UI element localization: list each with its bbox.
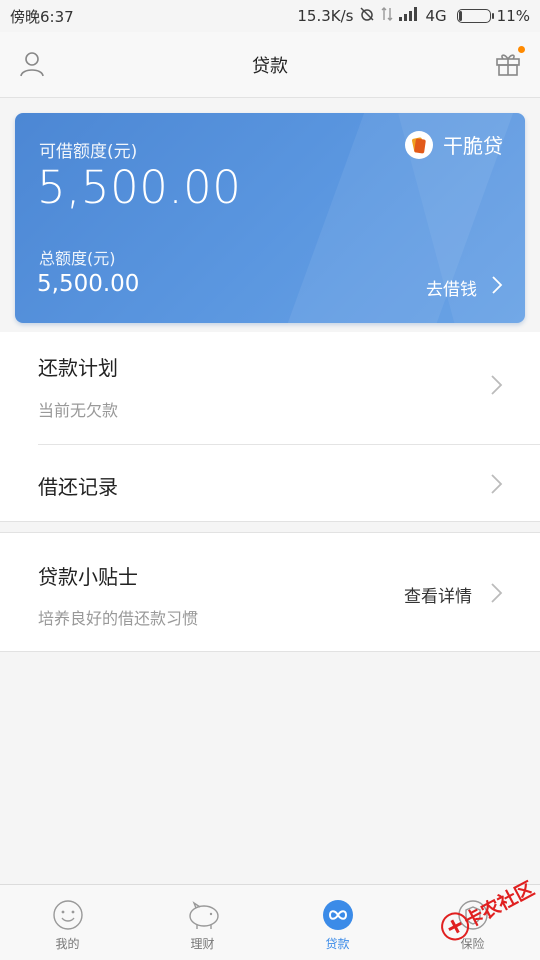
tab-loan[interactable]: 贷款 bbox=[270, 885, 405, 960]
gift-icon[interactable] bbox=[494, 49, 522, 77]
piggy-bank-icon bbox=[187, 899, 219, 931]
user-profile-icon[interactable] bbox=[18, 50, 46, 78]
notification-dot bbox=[518, 46, 525, 53]
network-type: 4G bbox=[425, 7, 447, 25]
tab-wealth[interactable]: 理财 bbox=[135, 885, 270, 960]
tab-label: 贷款 bbox=[325, 937, 350, 951]
borrow-repay-records-row[interactable]: 借还记录 bbox=[0, 445, 540, 522]
signal-icon bbox=[399, 7, 419, 25]
product-brand: 干脆贷 bbox=[405, 130, 503, 159]
borrow-label: 去借钱 bbox=[426, 280, 477, 300]
data-transfer-icon bbox=[381, 6, 393, 26]
network-speed: 15.3K/s bbox=[297, 7, 354, 25]
repayment-plan-row[interactable]: 还款计划 当前无欠款 bbox=[0, 332, 540, 444]
tips-title: 贷款小贴士 bbox=[38, 565, 138, 589]
smiley-icon bbox=[52, 899, 84, 931]
loan-actions-section: 还款计划 当前无欠款 借还记录 bbox=[0, 332, 540, 522]
battery-percent: 11% bbox=[496, 7, 530, 25]
view-details-link[interactable]: 查看详情 bbox=[404, 582, 472, 607]
loan-tips-section[interactable]: 贷款小贴士 培养良好的借还款习惯 查看详情 bbox=[0, 532, 540, 652]
chevron-right-icon bbox=[491, 275, 503, 300]
infinity-icon bbox=[322, 899, 354, 931]
tab-mine[interactable]: 我的 bbox=[0, 885, 135, 960]
repayment-plan-status: 当前无欠款 bbox=[38, 401, 119, 420]
available-credit-amount: 5,500.00 bbox=[37, 161, 242, 214]
tab-label: 理财 bbox=[190, 937, 215, 951]
tips-subtitle: 培养良好的借还款习惯 bbox=[38, 609, 199, 628]
total-credit-label: 总额度(元) bbox=[39, 249, 116, 268]
page-title: 贷款 bbox=[252, 55, 288, 77]
tab-label: 我的 bbox=[55, 937, 80, 951]
chevron-right-icon bbox=[490, 374, 504, 396]
alarm-off-icon bbox=[359, 6, 375, 26]
status-bar: 傍晚6:37 15.3K/s 4G 11% bbox=[0, 0, 540, 32]
app-header: 贷款 bbox=[0, 32, 540, 98]
chevron-right-icon bbox=[490, 582, 504, 604]
repayment-plan-title: 还款计划 bbox=[38, 356, 118, 380]
records-title: 借还记录 bbox=[38, 475, 118, 499]
total-credit-amount: 5,500.00 bbox=[37, 271, 140, 297]
chevron-right-icon bbox=[490, 473, 504, 495]
available-credit-label: 可借额度(元) bbox=[39, 142, 138, 162]
brand-name: 干脆贷 bbox=[443, 134, 503, 158]
status-time: 傍晚6:37 bbox=[10, 7, 74, 26]
loan-credit-card[interactable]: 可借额度(元) 5,500.00 总额度(元) 5,500.00 干脆贷 去借钱 bbox=[15, 113, 525, 323]
battery-icon bbox=[456, 9, 494, 23]
brand-logo-icon bbox=[405, 130, 433, 159]
borrow-button[interactable]: 去借钱 bbox=[426, 275, 503, 300]
status-right: 15.3K/s 4G 11% bbox=[297, 6, 530, 26]
